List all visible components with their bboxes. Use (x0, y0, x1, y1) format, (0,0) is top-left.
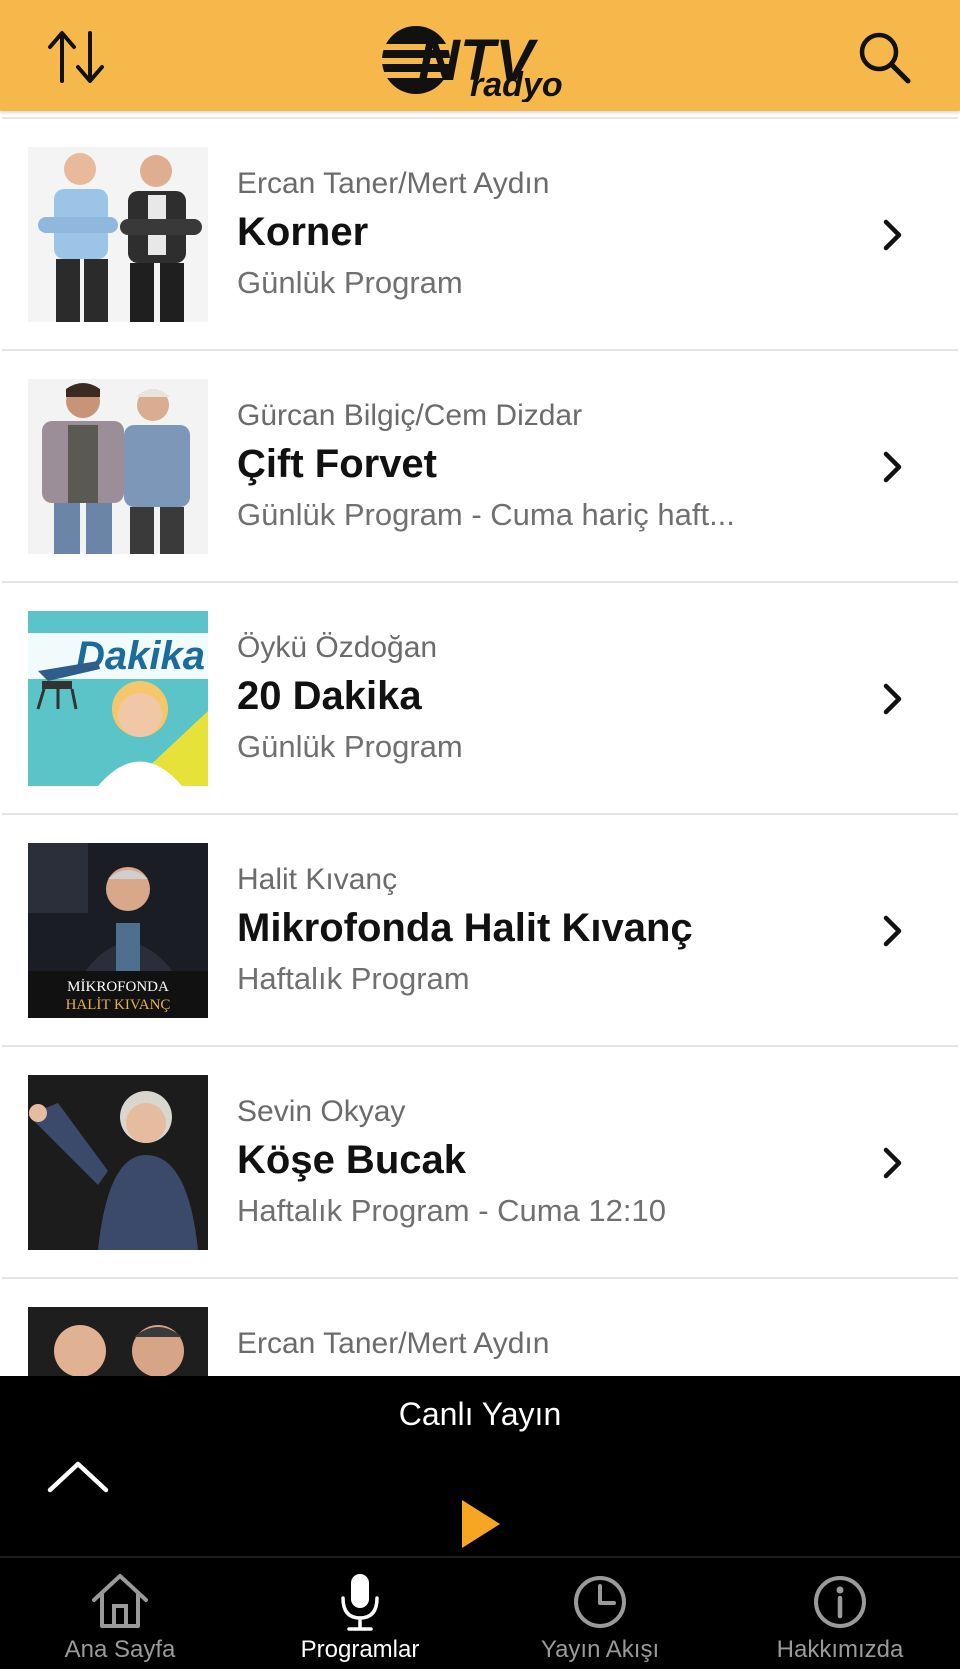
program-item-korner[interactable]: Ercan Taner/Mert Aydın Korner Günlük Pro… (2, 119, 958, 351)
program-title: 20 Dakika (237, 674, 422, 718)
program-schedule: Haftalık Program (237, 961, 470, 996)
thumbnail-text: HALİT KIVANÇ (66, 997, 171, 1013)
program-title: Korner (237, 210, 369, 254)
ntv-radyo-logo: NTV radyo (378, 18, 588, 104)
info-icon (720, 1572, 960, 1632)
chevron-right-icon (878, 437, 908, 497)
bottom-tab-bar: Ana Sayfa Programlar Yayın Akışı Hakkımı… (0, 1556, 960, 1669)
program-list[interactable]: Ercan Taner/Mert Aydın Korner Günlük Pro… (0, 111, 960, 1376)
program-host: Öykü Özdoğan (237, 631, 438, 664)
play-icon[interactable] (446, 1486, 514, 1562)
program-host: Gürcan Bilgiç/Cem Dizdar (237, 399, 583, 432)
program-item-partial[interactable]: Ercan Taner/Mert Aydın (2, 1279, 958, 1376)
clock-icon (480, 1572, 720, 1632)
program-title: Çift Forvet (237, 442, 437, 486)
chevron-right-icon (878, 1133, 908, 1193)
program-item-mikrofonda-halit-kivanc[interactable]: MİKROFONDA HALİT KIVANÇ Halit Kıvanç Mik… (2, 815, 958, 1047)
tab-label: Programlar (300, 1636, 420, 1663)
search-icon[interactable] (846, 22, 922, 92)
thumbnail-text: MİKROFONDA (67, 979, 169, 995)
app-header: NTV radyo (0, 0, 960, 111)
program-item-cift-forvet[interactable]: Gürcan Bilgiç/Cem Dizdar Çift Forvet Gün… (2, 351, 958, 583)
program-thumbnail: Dakika (28, 611, 208, 786)
chevron-right-icon (878, 901, 908, 961)
tab-label: Yayın Akışı (540, 1636, 660, 1663)
home-icon (0, 1572, 240, 1632)
program-item-kose-bucak[interactable]: Sevin Okyay Köşe Bucak Haftalık Program … (2, 1047, 958, 1279)
tab-yayin-akisi[interactable]: Yayın Akışı (480, 1558, 720, 1669)
program-host: Halit Kıvanç (237, 863, 398, 896)
program-thumbnail: MİKROFONDA HALİT KIVANÇ (28, 843, 208, 1018)
program-schedule: Günlük Program (237, 729, 463, 764)
program-schedule: Günlük Program - Cuma hariç haft... (237, 497, 735, 532)
chevron-right-icon (878, 205, 908, 265)
program-title (237, 1365, 857, 1376)
program-host: Sevin Okyay (237, 1095, 406, 1128)
thumbnail-text: Dakika (76, 634, 205, 678)
logo-sub-text: radyo (470, 66, 563, 102)
tab-ana-sayfa[interactable]: Ana Sayfa (0, 1558, 240, 1669)
program-host: Ercan Taner/Mert Aydın (237, 167, 550, 200)
tab-label: Ana Sayfa (64, 1636, 176, 1663)
chevron-right-icon (878, 669, 908, 729)
divider (2, 111, 958, 119)
program-title: Mikrofonda Halit Kıvanç (237, 906, 693, 950)
sort-arrows-icon[interactable] (38, 22, 114, 92)
program-title: Köşe Bucak (237, 1138, 466, 1182)
program-thumbnail (28, 1075, 208, 1250)
program-schedule: Haftalık Program - Cuma 12:10 (237, 1193, 667, 1228)
program-schedule: Günlük Program (237, 265, 463, 300)
tab-programlar[interactable]: Programlar (240, 1558, 480, 1669)
chevron-up-icon[interactable] (38, 1446, 118, 1506)
tab-label: Hakkımızda (776, 1636, 904, 1663)
program-host: Ercan Taner/Mert Aydın (237, 1327, 550, 1360)
program-item-20-dakika[interactable]: Dakika Öykü Özdoğan 20 Dakika Günlük Pro… (2, 583, 958, 815)
live-broadcast-label: Canlı Yayın (398, 1396, 562, 1432)
live-player-bar: Canlı Yayın (0, 1376, 960, 1556)
program-thumbnail (28, 147, 208, 322)
program-thumbnail (28, 379, 208, 554)
tab-hakkimizda[interactable]: Hakkımızda (720, 1558, 960, 1669)
program-thumbnail (28, 1307, 208, 1376)
microphone-icon (240, 1572, 480, 1632)
